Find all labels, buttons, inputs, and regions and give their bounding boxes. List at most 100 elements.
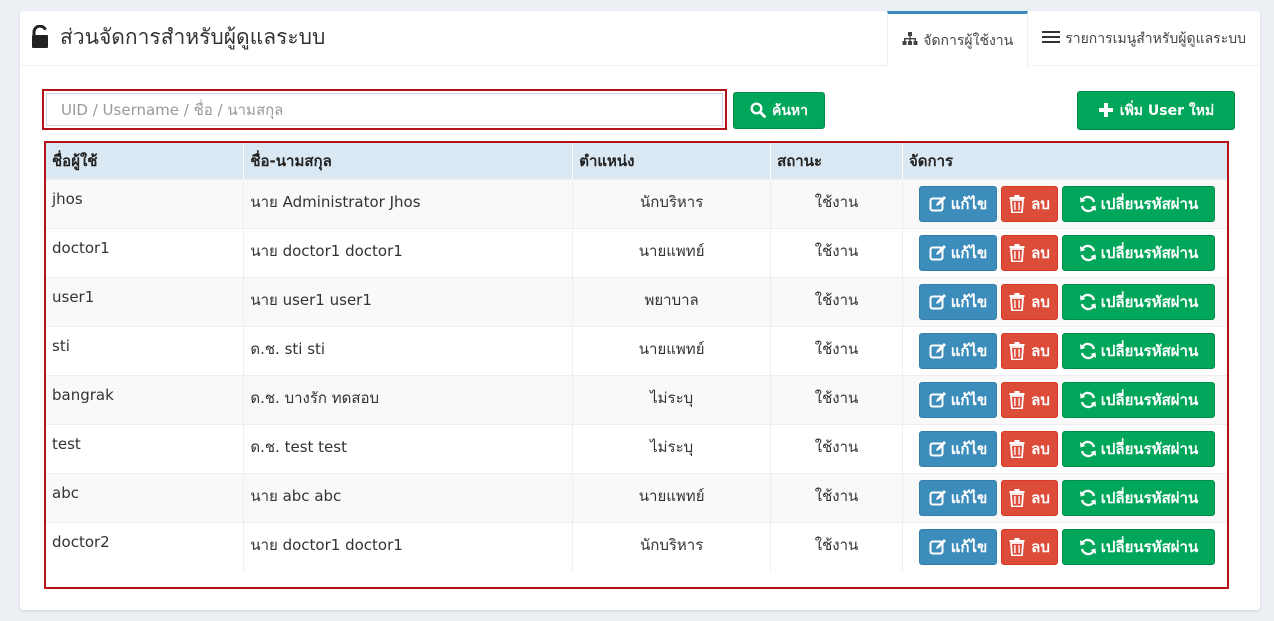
cell-status: ใช้งาน (770, 326, 903, 375)
sitemap-icon (902, 31, 918, 50)
trash-icon (1009, 243, 1027, 262)
change-password-button-label: เปลี่ยนรหัสผ่าน (1100, 194, 1199, 213)
cell-username: test (46, 424, 245, 473)
edit-icon (929, 244, 947, 262)
table-row: sti ด.ช. sti sti นายแพทย์ ใช้งาน แก้ไข ลบ เปลี… (46, 326, 1227, 375)
column-header-username: ชื่อผู้ใช้ (46, 143, 245, 179)
edit-icon (929, 293, 947, 311)
change-password-button[interactable]: เปลี่ยนรหัสผ่าน (1061, 234, 1215, 271)
cell-actions: แก้ไข ลบ เปลี่ยนรหัสผ่าน (902, 424, 1227, 473)
delete-button[interactable]: ลบ (1000, 528, 1058, 565)
edit-button[interactable]: แก้ไข (918, 332, 997, 369)
change-password-button[interactable]: เปลี่ยนรหัสผ่าน (1061, 479, 1215, 516)
change-password-button-label: เปลี่ยนรหัสผ่าน (1100, 488, 1199, 507)
search-box (42, 89, 727, 130)
change-password-button-label: เปลี่ยนรหัสผ่าน (1100, 292, 1199, 311)
tab-admin-menu-list[interactable]: รายการเมนูสำหรับผู้ดูแลระบบ (1028, 11, 1260, 67)
change-password-button-label: เปลี่ยนรหัสผ่าน (1100, 390, 1199, 409)
cell-username: bangrak (46, 375, 245, 424)
refresh-icon (1079, 391, 1097, 409)
table-row: test ด.ช. test test ไม่ระบุ ใช้งาน แก้ไข ลบ เป… (46, 424, 1227, 473)
refresh-icon (1079, 195, 1097, 213)
delete-button[interactable]: ลบ (1000, 479, 1058, 516)
table-header-row: ชื่อผู้ใช้ ชื่อ-นามสกุล ตำแหน่ง สถานะ จั… (46, 143, 1227, 179)
delete-button-label: ลบ (1031, 439, 1050, 458)
edit-button[interactable]: แก้ไข (918, 283, 997, 320)
edit-button-label: แก้ไข (950, 488, 988, 507)
search-button[interactable]: ค้นหา (733, 92, 825, 129)
edit-button[interactable]: แก้ไข (918, 479, 997, 516)
delete-button[interactable]: ลบ (1000, 234, 1058, 271)
cell-status: ใช้งาน (770, 424, 903, 473)
cell-username: sti (46, 326, 245, 375)
delete-button[interactable]: ลบ (1000, 283, 1058, 320)
edit-button-label: แก้ไข (950, 243, 988, 262)
change-password-button-label: เปลี่ยนรหัสผ่าน (1100, 243, 1199, 262)
edit-button-label: แก้ไข (950, 194, 988, 213)
search-input[interactable] (46, 93, 723, 126)
edit-button-label: แก้ไข (950, 537, 988, 556)
cell-position: นายแพทย์ (572, 473, 772, 522)
cell-username: user1 (46, 277, 245, 326)
tab-manage-users[interactable]: จัดการผู้ใช้งาน (887, 11, 1029, 67)
delete-button-label: ลบ (1031, 292, 1050, 311)
edit-icon (929, 391, 947, 409)
delete-button[interactable]: ลบ (1000, 185, 1058, 222)
column-header-status: สถานะ (770, 143, 903, 179)
page-title: ส่วนจัดการสำหรับผู้ดูแลระบบ (30, 23, 325, 51)
trash-icon (1009, 390, 1027, 409)
unlock-icon (30, 24, 50, 49)
edit-button[interactable]: แก้ไข (918, 430, 997, 467)
delete-button[interactable]: ลบ (1000, 381, 1058, 418)
delete-button[interactable]: ลบ (1000, 430, 1058, 467)
delete-button-label: ลบ (1031, 488, 1050, 507)
change-password-button[interactable]: เปลี่ยนรหัสผ่าน (1061, 528, 1215, 565)
cell-fullname: ด.ช. sti sti (243, 326, 574, 375)
add-user-button[interactable]: เพิ่ม User ใหม่ (1077, 91, 1235, 130)
edit-button[interactable]: แก้ไข (918, 381, 997, 418)
cell-status: ใช้งาน (770, 375, 903, 424)
trash-icon (1009, 488, 1027, 507)
cell-position: นักบริหาร (572, 179, 772, 228)
cell-actions: แก้ไข ลบ เปลี่ยนรหัสผ่าน (902, 522, 1227, 571)
edit-button[interactable]: แก้ไข (918, 234, 997, 271)
change-password-button-label: เปลี่ยนรหัสผ่าน (1100, 439, 1199, 458)
cell-status: ใช้งาน (770, 277, 903, 326)
refresh-icon (1079, 489, 1097, 507)
cell-actions: แก้ไข ลบ เปลี่ยนรหัสผ่าน (902, 228, 1227, 277)
delete-button-label: ลบ (1031, 243, 1050, 262)
list-icon (1042, 30, 1061, 48)
cell-status: ใช้งาน (770, 179, 903, 228)
delete-button[interactable]: ลบ (1000, 332, 1058, 369)
refresh-icon (1079, 244, 1097, 262)
cell-actions: แก้ไข ลบ เปลี่ยนรหัสผ่าน (902, 179, 1227, 228)
search-button-label: ค้นหา (771, 102, 809, 119)
trash-icon (1009, 439, 1027, 458)
tab-bar: จัดการผู้ใช้งาน รายการเมนูสำหรับผู้ดูแลร… (887, 11, 1260, 67)
change-password-button[interactable]: เปลี่ยนรหัสผ่าน (1061, 430, 1215, 467)
table-row: user1 นาย user1 user1 พยาบาล ใช้งาน แก้ไข ลบ เ… (46, 277, 1227, 326)
change-password-button[interactable]: เปลี่ยนรหัสผ่าน (1061, 381, 1215, 418)
panel-header: ส่วนจัดการสำหรับผู้ดูแลระบบ จัดการผู้ใช้… (20, 11, 1260, 67)
page-title-text: ส่วนจัดการสำหรับผู้ดูแลระบบ (60, 24, 326, 49)
change-password-button[interactable]: เปลี่ยนรหัสผ่าน (1061, 332, 1215, 369)
edit-icon (929, 440, 947, 458)
cell-status: ใช้งาน (770, 228, 903, 277)
cell-actions: แก้ไข ลบ เปลี่ยนรหัสผ่าน (902, 473, 1227, 522)
cell-actions: แก้ไข ลบ เปลี่ยนรหัสผ่าน (902, 326, 1227, 375)
change-password-button[interactable]: เปลี่ยนรหัสผ่าน (1061, 283, 1215, 320)
edit-button[interactable]: แก้ไข (918, 528, 997, 565)
column-header-actions: จัดการ (902, 143, 1227, 179)
users-table: ชื่อผู้ใช้ ชื่อ-นามสกุล ตำแหน่ง สถานะ จั… (46, 143, 1227, 571)
edit-button[interactable]: แก้ไข (918, 185, 997, 222)
cell-position: นักบริหาร (572, 522, 772, 571)
change-password-button[interactable]: เปลี่ยนรหัสผ่าน (1061, 185, 1215, 222)
cell-fullname: นาย doctor1 doctor1 (243, 228, 574, 277)
plus-icon (1098, 102, 1116, 120)
edit-icon (929, 538, 947, 556)
trash-icon (1009, 341, 1027, 360)
column-header-fullname: ชื่อ-นามสกุล (243, 143, 574, 179)
cell-username: jhos (46, 179, 245, 228)
edit-button-label: แก้ไข (950, 390, 988, 409)
edit-button-label: แก้ไข (950, 341, 988, 360)
